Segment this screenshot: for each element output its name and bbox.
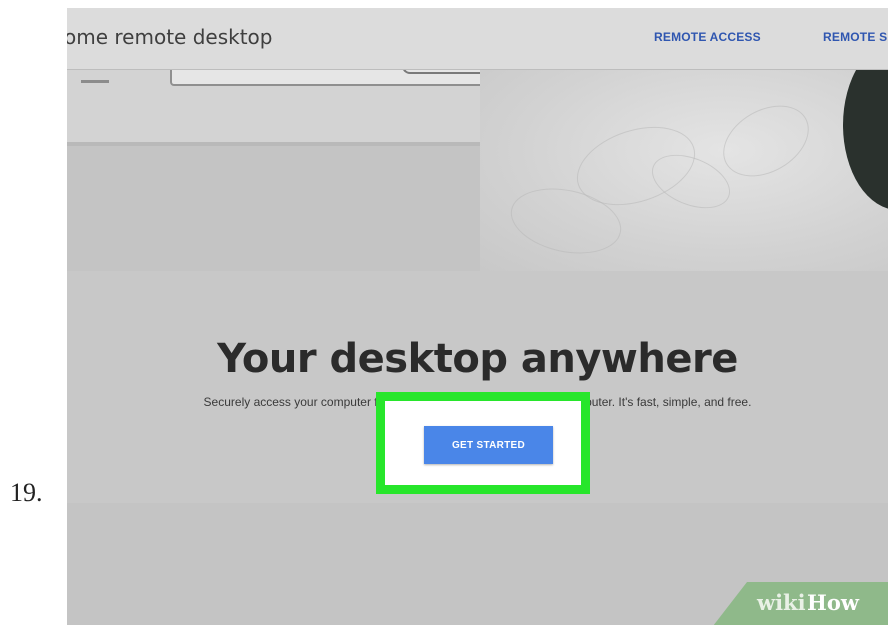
hero-banner-image: [67, 70, 888, 271]
app-brand[interactable]: ome remote desktop: [67, 25, 272, 49]
nav-remote-access[interactable]: REMOTE ACCESS: [654, 30, 761, 44]
watermark-how: How: [807, 590, 859, 615]
hero-photo-right: [480, 70, 888, 271]
top-app-bar: ome remote desktop REMOTE ACCESS REMOTE …: [67, 8, 888, 70]
step-number: 19.: [10, 478, 43, 507]
nav-remote-support[interactable]: REMOTE S: [823, 30, 887, 44]
laptop-hinge: [402, 70, 480, 74]
screenshot-frame: ome remote desktop REMOTE ACCESS REMOTE …: [67, 8, 888, 625]
desk-edge: [67, 142, 480, 146]
watermark-wiki: wiki: [757, 590, 806, 615]
small-object: [81, 80, 109, 83]
highlight-box: GET STARTED: [376, 392, 590, 494]
marble-vein: [710, 91, 822, 191]
dark-plant-pot: [843, 70, 888, 210]
hero-photo-left: [67, 70, 480, 271]
page-headline: Your desktop anywhere: [217, 335, 738, 382]
laptop-illustration: [170, 70, 480, 86]
get-started-button[interactable]: GET STARTED: [424, 426, 553, 464]
